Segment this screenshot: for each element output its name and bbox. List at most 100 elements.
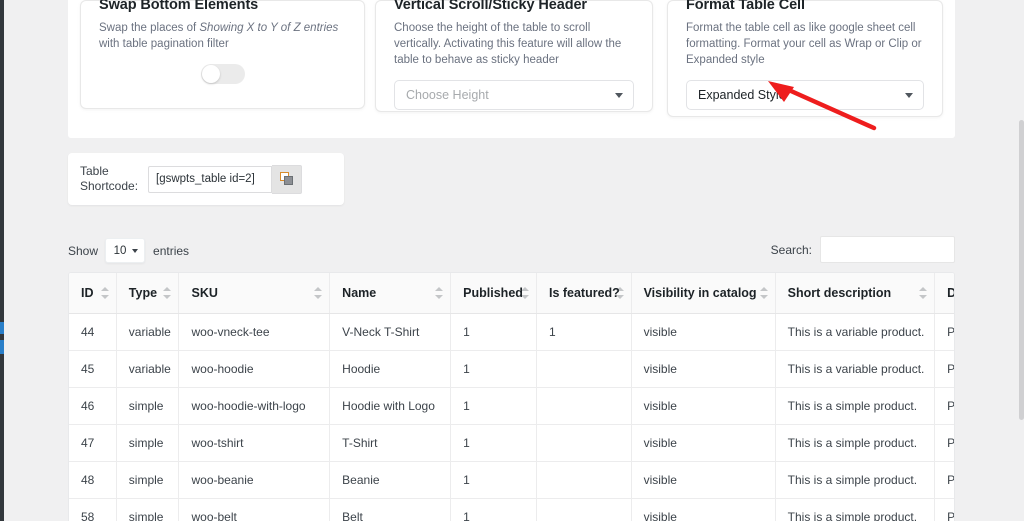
table-cell: Hoodie — [329, 350, 452, 388]
table-column-header-label: Description — [947, 286, 954, 300]
table-cell: woo-hoodie-with-logo — [178, 387, 331, 425]
table-column-header-label: Short description — [787, 286, 892, 300]
format-table-cell-select[interactable]: Expanded Style — [686, 80, 924, 110]
table-cell: V-Neck T-Shirt — [329, 313, 452, 351]
card-description: Format the table cell as like google she… — [686, 22, 922, 66]
table-cell: 1 — [450, 350, 537, 388]
table-cell: 1 — [450, 387, 537, 425]
table-shortcode-label: Table Shortcode: — [80, 164, 139, 193]
table-cell: 1 — [450, 498, 537, 521]
table-cell: This is a variable product. — [775, 350, 936, 388]
page-scrollbar-thumb[interactable] — [1019, 120, 1024, 420]
card-description-emphasis: Showing X to Y of Z entries — [199, 22, 339, 34]
copy-shortcode-button[interactable] — [272, 164, 302, 194]
table-row[interactable]: 44 variable woo-vneck-tee V-Neck T-Shirt 1 1 v… — [69, 313, 954, 351]
table-column-header[interactable]: Published — [450, 273, 537, 314]
table-cell: visible — [631, 424, 776, 462]
table-cell: This is a simple product. — [775, 461, 936, 499]
table-cell: Pellentesque habitant — [934, 461, 954, 499]
table-column-header-label: Is featured? — [548, 286, 620, 300]
table-cell: variable — [116, 313, 180, 351]
show-label: Show — [68, 243, 99, 258]
table-cell: visible — [631, 313, 776, 351]
table-shortcode-field[interactable]: [gswpts_table id=2] — [148, 165, 272, 193]
table-cell: This is a simple product. — [775, 498, 936, 521]
chevron-down-icon — [615, 93, 623, 98]
settings-panel: Swap Bottom Elements Swap the places of … — [68, 0, 955, 138]
table-cell: woo-tshirt — [178, 424, 331, 462]
card-swap-bottom-elements: Swap Bottom Elements Swap the places of … — [80, 0, 365, 109]
sort-arrows-icon — [520, 287, 529, 299]
admin-sidebar-rail — [0, 0, 4, 521]
table-row[interactable]: 58 simple woo-belt Belt 1 visible This is a si… — [69, 498, 954, 521]
products-table-container: ID Type SKU Name Published Is featured? Visibi… — [68, 272, 955, 521]
table-column-header[interactable]: SKU — [178, 273, 331, 314]
entries-per-page-select[interactable]: 10 — [105, 238, 146, 263]
sort-arrows-icon — [759, 287, 768, 299]
toggle-wrapper — [99, 64, 346, 84]
sort-arrows-icon — [314, 287, 323, 299]
table-cell — [536, 498, 632, 521]
chevron-down-icon — [132, 248, 139, 253]
table-column-header-label: Type — [128, 286, 158, 300]
table-row[interactable]: 48 simple woo-beanie Beanie 1 visible This is … — [69, 461, 954, 499]
table-column-header: Description — [934, 273, 954, 314]
chevron-down-icon — [905, 93, 913, 98]
table-cell: visible — [631, 387, 776, 425]
swap-bottom-elements-toggle[interactable] — [200, 64, 245, 84]
table-cell: simple — [116, 461, 180, 499]
page-root: Swap Bottom Elements Swap the places of … — [0, 0, 1024, 521]
table-column-header[interactable]: Name — [329, 273, 452, 314]
table-cell: Pellentesque habitant — [934, 350, 954, 388]
table-column-header[interactable]: Short description — [775, 273, 936, 314]
table-cell: simple — [116, 424, 180, 462]
card-description: Swap the places of Showing X to Y of Z e… — [99, 20, 346, 52]
table-cell: 1 — [450, 313, 537, 351]
table-row[interactable]: 47 simple woo-tshirt T-Shirt 1 visible This is… — [69, 424, 954, 462]
table-cell: visible — [631, 498, 776, 521]
table-column-header[interactable]: Visibility in catalog — [631, 273, 776, 314]
table-cell: variable — [116, 350, 180, 388]
choose-height-select[interactable]: Choose Height — [394, 80, 634, 110]
card-title: Vertical Scroll/Sticky Header — [394, 0, 587, 13]
card-title: Swap Bottom Elements — [99, 0, 259, 13]
table-cell: woo-belt — [178, 498, 331, 521]
table-cell: This is a variable product. — [775, 313, 936, 351]
card-description-pre: Swap the places of — [99, 22, 200, 34]
table-shortcode-panel: Table Shortcode: [gswpts_table id=2] — [68, 153, 344, 205]
table-cell: This is a simple product. — [775, 424, 936, 462]
products-table: ID Type SKU Name Published Is featured? Visibi… — [69, 273, 954, 521]
rail-indicator-bottom — [0, 340, 4, 354]
table-column-header[interactable]: Is featured? — [536, 273, 632, 314]
table-cell: T-Shirt — [329, 424, 452, 462]
table-row[interactable]: 45 variable woo-hoodie Hoodie 1 visible This i… — [69, 350, 954, 388]
table-cell: visible — [631, 461, 776, 499]
table-row[interactable]: 46 simple woo-hoodie-with-logo Hoodie with … — [69, 387, 954, 425]
table-cell: 1 — [536, 313, 632, 351]
sort-arrows-icon — [435, 287, 444, 299]
table-cell: Belt — [329, 498, 452, 521]
table-cell: Pellentesque habitant — [934, 498, 954, 521]
table-cell: woo-vneck-tee — [178, 313, 331, 351]
datatable-length-control: Show 10 entries — [68, 238, 189, 263]
table-cell: Pellentesque habitant — [934, 387, 954, 425]
table-cell: woo-hoodie — [178, 350, 331, 388]
table-cell: 46 — [69, 387, 117, 425]
page-scrollbar[interactable] — [1018, 0, 1024, 521]
table-column-header[interactable]: ID — [69, 273, 117, 314]
table-cell: visible — [631, 350, 776, 388]
search-input[interactable] — [820, 236, 955, 263]
table-cell: 44 — [69, 313, 117, 351]
sort-arrows-icon — [163, 287, 172, 299]
datatable-controls: Show 10 entries Search: — [68, 236, 955, 264]
table-cell — [536, 461, 632, 499]
table-cell: 45 — [69, 350, 117, 388]
format-table-cell-select-value: Expanded Style — [698, 88, 786, 102]
search-label: Search: — [770, 242, 812, 257]
table-cell: woo-beanie — [178, 461, 331, 499]
table-column-header[interactable]: Type — [116, 273, 180, 314]
toggle-knob — [201, 65, 220, 83]
entries-per-page-value: 10 — [113, 244, 127, 257]
table-cell — [536, 424, 632, 462]
table-cell: Beanie — [329, 461, 452, 499]
